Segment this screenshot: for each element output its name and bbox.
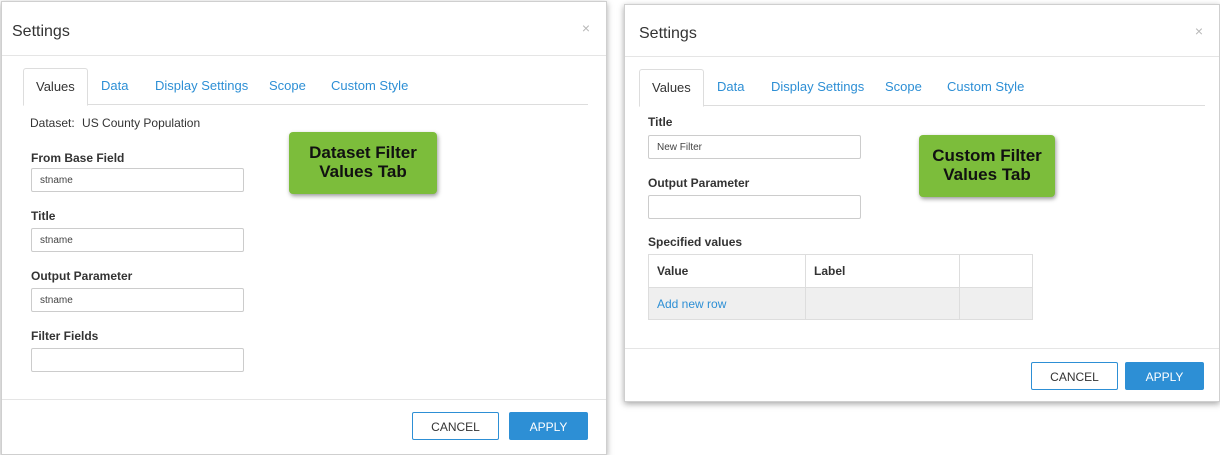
filter-fields-input[interactable] — [31, 348, 244, 372]
apply-button[interactable]: APPLY — [509, 412, 588, 440]
table-header-row: Value Label — [648, 254, 1033, 288]
header-divider — [2, 55, 606, 56]
add-new-row-link[interactable]: Add new row — [657, 297, 726, 311]
title-input[interactable]: New Filter — [648, 135, 861, 159]
tab-scope[interactable]: Scope — [873, 69, 934, 104]
close-icon[interactable]: × — [1195, 23, 1203, 39]
dataset-value: US County Population — [82, 116, 201, 130]
callout-custom-filter: Custom Filter Values Tab — [919, 135, 1055, 197]
column-header-label: Label — [805, 254, 960, 288]
close-icon[interactable]: × — [582, 20, 590, 36]
callout-line1: Custom Filter — [932, 146, 1042, 165]
table-cell-empty — [959, 287, 1033, 320]
apply-button[interactable]: APPLY — [1125, 362, 1204, 390]
output-parameter-label: Output Parameter — [31, 269, 133, 283]
dataset-label: Dataset: — [30, 116, 75, 130]
dialog-title: Settings — [639, 25, 697, 42]
column-header-value: Value — [648, 254, 806, 288]
settings-dialog-dataset-filter: Settings × Values Data Display Settings … — [1, 1, 607, 455]
tab-data[interactable]: Data — [89, 68, 140, 103]
tab-values[interactable]: Values — [639, 69, 704, 107]
tab-bar: Values Data Display Settings Scope Custo… — [639, 69, 1205, 107]
callout-line1: Dataset Filter — [309, 143, 417, 162]
tab-bar: Values Data Display Settings Scope Custo… — [23, 68, 588, 106]
title-label: Title — [31, 209, 56, 223]
table-cell-empty — [805, 287, 960, 320]
from-base-field-label: From Base Field — [31, 151, 125, 165]
footer-divider — [625, 348, 1219, 349]
callout-dataset-filter: Dataset Filter Values Tab — [289, 132, 437, 194]
tab-values[interactable]: Values — [23, 68, 88, 106]
tab-custom-style[interactable]: Custom Style — [935, 69, 1036, 104]
tab-scope[interactable]: Scope — [257, 68, 318, 103]
tab-custom-style[interactable]: Custom Style — [319, 68, 420, 103]
output-parameter-label: Output Parameter — [648, 176, 750, 190]
from-base-field-input[interactable]: stname — [31, 168, 244, 192]
filter-fields-label: Filter Fields — [31, 329, 99, 343]
output-parameter-input[interactable] — [648, 195, 861, 219]
footer-divider — [2, 399, 606, 400]
title-label: Title — [648, 115, 673, 129]
tab-display-settings[interactable]: Display Settings — [143, 68, 260, 103]
tab-data[interactable]: Data — [705, 69, 756, 104]
specified-values-table: Value Label Add new row — [648, 254, 1033, 320]
title-input[interactable]: stname — [31, 228, 244, 252]
output-parameter-input[interactable]: stname — [31, 288, 244, 312]
settings-dialog-custom-filter: Settings × Values Data Display Settings … — [624, 4, 1220, 402]
callout-line2: Values Tab — [943, 165, 1031, 184]
cancel-button[interactable]: CANCEL — [1031, 362, 1118, 390]
tab-display-settings[interactable]: Display Settings — [759, 69, 876, 104]
dialog-title: Settings — [12, 23, 70, 40]
cancel-button[interactable]: CANCEL — [412, 412, 499, 440]
specified-values-label: Specified values — [648, 235, 743, 249]
callout-line2: Values Tab — [319, 162, 407, 181]
dataset-row: Dataset: US County Population — [30, 116, 200, 130]
header-divider — [625, 56, 1219, 57]
column-header-actions — [959, 254, 1033, 288]
table-row: Add new row — [648, 287, 1033, 320]
